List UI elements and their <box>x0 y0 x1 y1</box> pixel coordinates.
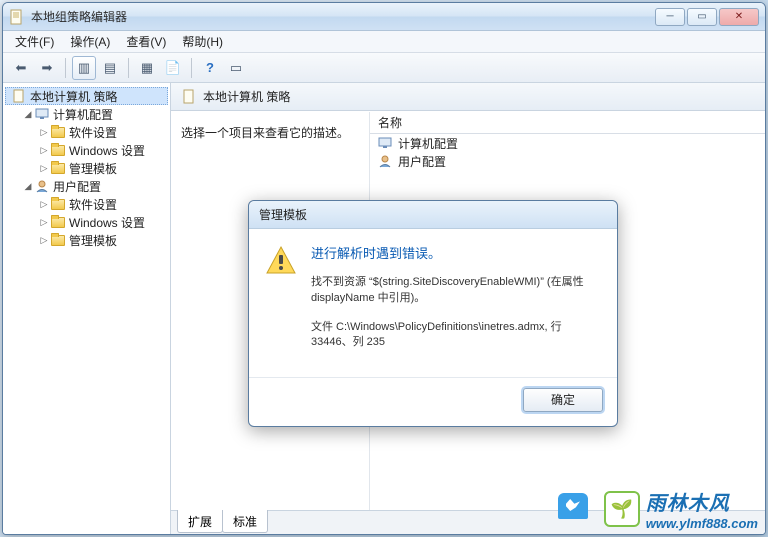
menu-view[interactable]: 查看(V) <box>118 30 174 53</box>
dialog-heading: 进行解析时遇到错误。 <box>311 245 601 263</box>
filter-button[interactable]: ▭ <box>224 56 248 80</box>
expand-icon[interactable]: ▷ <box>39 235 49 246</box>
menu-action[interactable]: 操作(A) <box>62 30 118 53</box>
content-title: 本地计算机 策略 <box>203 88 290 105</box>
expand-icon[interactable]: ▷ <box>39 163 49 174</box>
help-button[interactable]: ? <box>198 56 222 80</box>
folder-icon <box>50 142 66 158</box>
list-item-user[interactable]: 用户配置 <box>370 152 765 170</box>
minimize-button[interactable]: ─ <box>655 8 685 26</box>
folder-icon <box>50 196 66 212</box>
user-icon <box>378 154 394 168</box>
collapse-icon[interactable]: ◢ <box>23 181 33 192</box>
list-item-computer[interactable]: 计算机配置 <box>370 134 765 152</box>
separator <box>191 58 192 78</box>
dialog-message-1: 找不到资源 “$(string.SiteDiscoveryEnableWMI)”… <box>311 275 601 306</box>
column-header-name[interactable]: 名称 <box>370 112 765 134</box>
document-icon <box>181 89 197 105</box>
folder-icon <box>50 214 66 230</box>
tree-label: 软件设置 <box>69 196 117 213</box>
warning-icon <box>265 245 297 277</box>
menu-help[interactable]: 帮助(H) <box>174 30 231 53</box>
separator <box>128 58 129 78</box>
tab-extended[interactable]: 扩展 <box>177 510 223 533</box>
tree-label: Windows 设置 <box>69 214 145 231</box>
tree-admin-templates[interactable]: ▷ 管理模板 <box>5 159 168 177</box>
tab-strip: 扩展 标准 <box>171 510 765 534</box>
collapse-icon[interactable]: ◢ <box>23 109 33 120</box>
dialog-title: 管理模板 <box>259 206 307 223</box>
expand-icon[interactable]: ▷ <box>39 145 49 156</box>
document-icon <box>11 88 27 104</box>
back-button[interactable]: ⬅ <box>9 56 33 80</box>
tree-label: 管理模板 <box>69 160 117 177</box>
show-hide-tree-button[interactable]: ▥ <box>72 56 96 80</box>
tree-pane[interactable]: 本地计算机 策略 ◢ 计算机配置 ▷ 软件设置 ▷ Windows 设置 ▷ 管理模板… <box>3 83 171 534</box>
window-title: 本地组策略编辑器 <box>31 8 127 25</box>
tree-label: 计算机配置 <box>53 106 113 123</box>
tree-root[interactable]: 本地计算机 策略 <box>5 87 168 105</box>
app-icon <box>9 9 25 25</box>
tree-computer-config[interactable]: ◢ 计算机配置 <box>5 105 168 123</box>
list-item-label: 用户配置 <box>398 153 446 170</box>
show-hide-action-button[interactable]: ▤ <box>98 56 122 80</box>
titlebar[interactable]: 本地组策略编辑器 ─ ▭ ✕ <box>3 3 765 31</box>
tab-standard[interactable]: 标准 <box>222 510 268 533</box>
expand-icon[interactable]: ▷ <box>39 217 49 228</box>
ok-button[interactable]: 确定 <box>523 388 603 412</box>
tree-software-settings-user[interactable]: ▷ 软件设置 <box>5 195 168 213</box>
dialog-titlebar[interactable]: 管理模板 <box>249 201 617 229</box>
tree-software-settings[interactable]: ▷ 软件设置 <box>5 123 168 141</box>
forward-button[interactable]: ➡ <box>35 56 59 80</box>
expand-icon[interactable]: ▷ <box>39 199 49 210</box>
tree-user-config[interactable]: ◢ 用户配置 <box>5 177 168 195</box>
error-dialog: 管理模板 进行解析时遇到错误。 找不到资源 “$(string.SiteDisc… <box>248 200 618 427</box>
tree-admin-templates-user[interactable]: ▷ 管理模板 <box>5 231 168 249</box>
computer-icon <box>34 106 50 122</box>
separator <box>65 58 66 78</box>
folder-icon <box>50 124 66 140</box>
tree-label: 本地计算机 策略 <box>30 88 117 105</box>
menubar: 文件(F) 操作(A) 查看(V) 帮助(H) <box>3 31 765 53</box>
list-item-label: 计算机配置 <box>398 135 458 152</box>
folder-icon <box>50 160 66 176</box>
tree-label: Windows 设置 <box>69 142 145 159</box>
computer-icon <box>378 136 394 150</box>
folder-icon <box>50 232 66 248</box>
dialog-message-2: 文件 C:\Windows\PolicyDefinitions\inetres.… <box>311 320 601 351</box>
tree-windows-settings[interactable]: ▷ Windows 设置 <box>5 141 168 159</box>
tree-label: 软件设置 <box>69 124 117 141</box>
description-text: 选择一个项目来查看它的描述。 <box>181 124 359 141</box>
tree-label: 用户配置 <box>53 178 101 195</box>
export-button[interactable]: 📄 <box>161 56 185 80</box>
tree-windows-settings-user[interactable]: ▷ Windows 设置 <box>5 213 168 231</box>
toolbar: ⬅ ➡ ▥ ▤ ▦ 📄 ? ▭ <box>3 53 765 83</box>
watermark-bird-icon <box>558 493 588 519</box>
properties-button[interactable]: ▦ <box>135 56 159 80</box>
maximize-button[interactable]: ▭ <box>687 8 717 26</box>
user-icon <box>34 178 50 194</box>
tree-label: 管理模板 <box>69 232 117 249</box>
content-header: 本地计算机 策略 <box>171 83 765 111</box>
menu-file[interactable]: 文件(F) <box>7 30 62 53</box>
close-button[interactable]: ✕ <box>719 8 759 26</box>
expand-icon[interactable]: ▷ <box>39 127 49 138</box>
